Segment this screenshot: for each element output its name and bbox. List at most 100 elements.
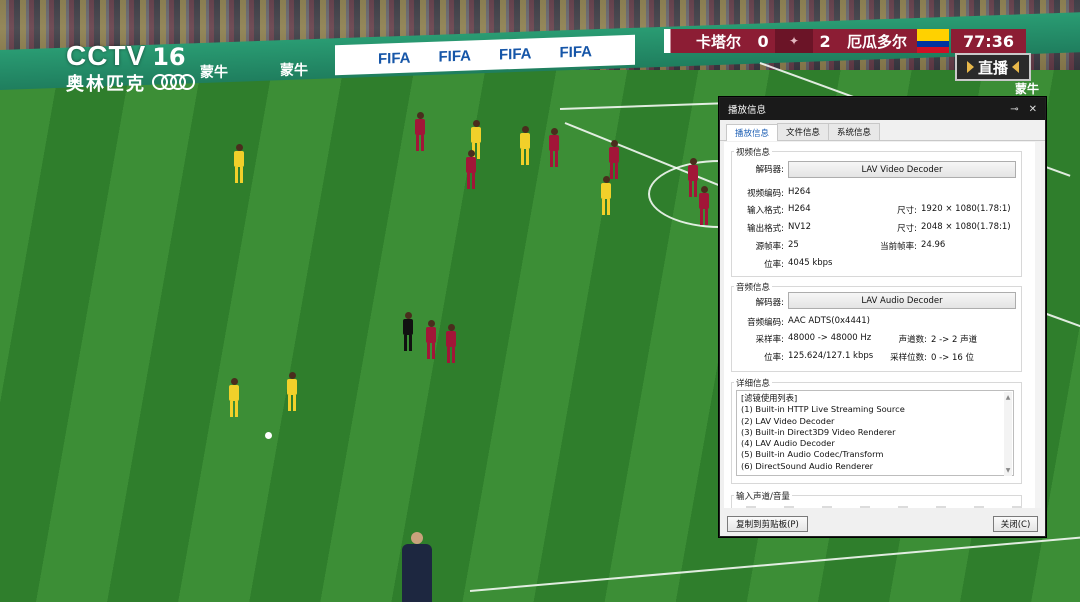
scroll-up-icon[interactable]: ▲	[1004, 392, 1012, 403]
volume-meter	[1012, 506, 1022, 508]
video-bitrate-label: 位率:	[764, 260, 784, 270]
current-fps-value: 24.96	[921, 240, 946, 250]
audio-bitrate-label: 位率:	[764, 353, 784, 363]
video-output-size-label: 尺寸:	[897, 224, 917, 234]
filter-list-item: [滤镜使用列表]	[741, 393, 798, 403]
audio-codec-value: AAC ADTS(0x4441)	[788, 316, 871, 326]
board-text: FIFA	[559, 42, 593, 61]
audio-bitrate-value: 125.624/127.1 kbps	[788, 351, 874, 361]
playback-info-dialog: 播放信息 ⊸ ✕ 播放信息 文件信息 系统信息 视频信息 解码器: LAV Vi…	[719, 97, 1046, 537]
volume-meters	[746, 506, 1022, 508]
player	[601, 176, 611, 216]
close-icon[interactable]: ✕	[1029, 104, 1037, 115]
sample-rate-label: 采样率:	[755, 335, 784, 345]
details-section-title: 详细信息	[734, 377, 773, 389]
sponsor-logo: 蒙牛	[280, 63, 308, 79]
live-label: 直播	[977, 58, 1008, 77]
player	[415, 112, 425, 152]
player	[549, 128, 559, 168]
olympic-rings-icon	[152, 74, 195, 92]
filter-list-item: (5) Built-in Audio Codec/Transform	[741, 449, 884, 460]
home-team: 卡塔尔	[686, 29, 752, 53]
away-score: 2	[813, 29, 838, 53]
filter-list-item: (2) LAV Video Decoder	[741, 415, 835, 426]
channels-value: 2 -> 2 声道	[931, 335, 978, 345]
video-output-value: NV12	[788, 222, 811, 232]
pitch-line	[469, 535, 1080, 592]
dialog-titlebar[interactable]: 播放信息 ⊸ ✕	[720, 98, 1045, 120]
pitch-line	[559, 102, 720, 110]
sponsor-logo: 蒙牛	[1015, 82, 1040, 96]
panel-scrollbar[interactable]	[1035, 142, 1041, 508]
channel-subtitle: 奥林匹克	[66, 74, 146, 95]
sample-rate-value: 48000 -> 48000 Hz	[788, 333, 872, 343]
player	[466, 150, 476, 190]
play-arrow-icon	[1012, 61, 1019, 73]
tab-panel: 视频信息 解码器: LAV Video Decoder 视频编码: H264 输…	[724, 142, 1041, 508]
current-fps-label: 当前帧率:	[880, 242, 917, 252]
filter-list-item: (1) Built-in HTTP Live Streaming Source	[741, 404, 905, 415]
player	[699, 186, 709, 226]
away-team: 厄瓜多尔	[837, 29, 918, 53]
bit-depth-value: 0 -> 16 位	[931, 353, 975, 363]
scroll-down-icon[interactable]: ▼	[1004, 465, 1012, 476]
volume-meter	[784, 506, 794, 508]
volume-meter	[822, 506, 832, 508]
source-fps-value: 25	[788, 240, 799, 250]
video-input-label: 输入格式:	[747, 206, 784, 216]
filter-list[interactable]: [滤镜使用列表] (1) Built-in HTTP Live Streamin…	[736, 390, 1014, 476]
dialog-tabs: 播放信息 文件信息 系统信息	[720, 120, 1045, 141]
scoreboard: 卡塔尔 0 ✦ 2 厄瓜多尔 77:36	[664, 29, 1026, 53]
live-badge: 直播	[955, 53, 1031, 81]
player	[609, 140, 619, 180]
close-button[interactable]: 关闭(C)	[993, 516, 1038, 532]
match-clock: 77:36	[951, 29, 1026, 53]
video-input-value: H264	[788, 204, 811, 214]
video-decoder-row: 解码器: LAV Video Decoder	[724, 161, 1041, 178]
filter-list-item: (6) DirectSound Audio Renderer	[741, 460, 874, 471]
volume-meter	[746, 506, 756, 508]
channels-label: 声道数:	[898, 335, 927, 345]
player	[229, 378, 239, 418]
referee	[403, 312, 413, 352]
sponsor-logo: 蒙牛	[200, 65, 228, 81]
volume-meter	[936, 506, 946, 508]
video-input-size-value: 1920 × 1080(1.78:1)	[921, 204, 1011, 214]
source-fps-label: 源帧率:	[755, 242, 784, 252]
ecuador-flag-icon	[917, 29, 950, 53]
copy-to-clipboard-button[interactable]: 复制到剪贴板(P)	[727, 516, 808, 532]
tab-file-info[interactable]: 文件信息	[777, 123, 830, 140]
bit-depth-label: 采样位数:	[890, 353, 927, 363]
player	[287, 372, 297, 412]
filter-list-scrollbar[interactable]: ▲ ▼	[1004, 392, 1012, 476]
video-section-title: 视频信息	[734, 146, 773, 158]
filter-list-item: (4) LAV Audio Decoder	[741, 438, 835, 449]
home-score: 0	[751, 29, 776, 53]
video-decoder-button[interactable]: LAV Video Decoder	[788, 161, 1016, 178]
coach	[400, 532, 434, 602]
audio-decoder-button[interactable]: LAV Audio Decoder	[788, 292, 1016, 309]
volume-meter	[860, 506, 870, 508]
video-output-size-value: 2048 × 1080(1.78:1)	[921, 222, 1011, 232]
tournament-emblem-icon: ✦	[775, 29, 814, 53]
audio-decoder-label: 解码器:	[755, 298, 784, 308]
player	[426, 320, 436, 360]
player	[688, 158, 698, 198]
tab-system-info[interactable]: 系统信息	[828, 123, 881, 140]
player	[234, 144, 244, 184]
audio-codec-label: 音频编码:	[747, 318, 784, 328]
pin-icon[interactable]: ⊸	[1010, 104, 1018, 115]
filter-list-item: (3) Built-in Direct3D9 Video Renderer	[741, 426, 896, 437]
board-text: FIFA	[499, 44, 532, 64]
channel-number: 16	[152, 43, 186, 71]
tab-playback-info[interactable]: 播放信息	[726, 124, 779, 141]
play-arrow-icon	[966, 61, 974, 73]
video-decoder-label: 解码器:	[755, 165, 784, 175]
video-output-label: 输出格式:	[747, 224, 784, 234]
video-codec-value: H264	[788, 187, 811, 197]
video-bitrate-value: 4045 kbps	[788, 258, 833, 268]
player	[520, 126, 530, 166]
audio-section-title: 音频信息	[734, 281, 773, 293]
volume-section-title: 输入声道/音量	[734, 490, 792, 502]
channel-brand: CCTV	[66, 40, 147, 71]
